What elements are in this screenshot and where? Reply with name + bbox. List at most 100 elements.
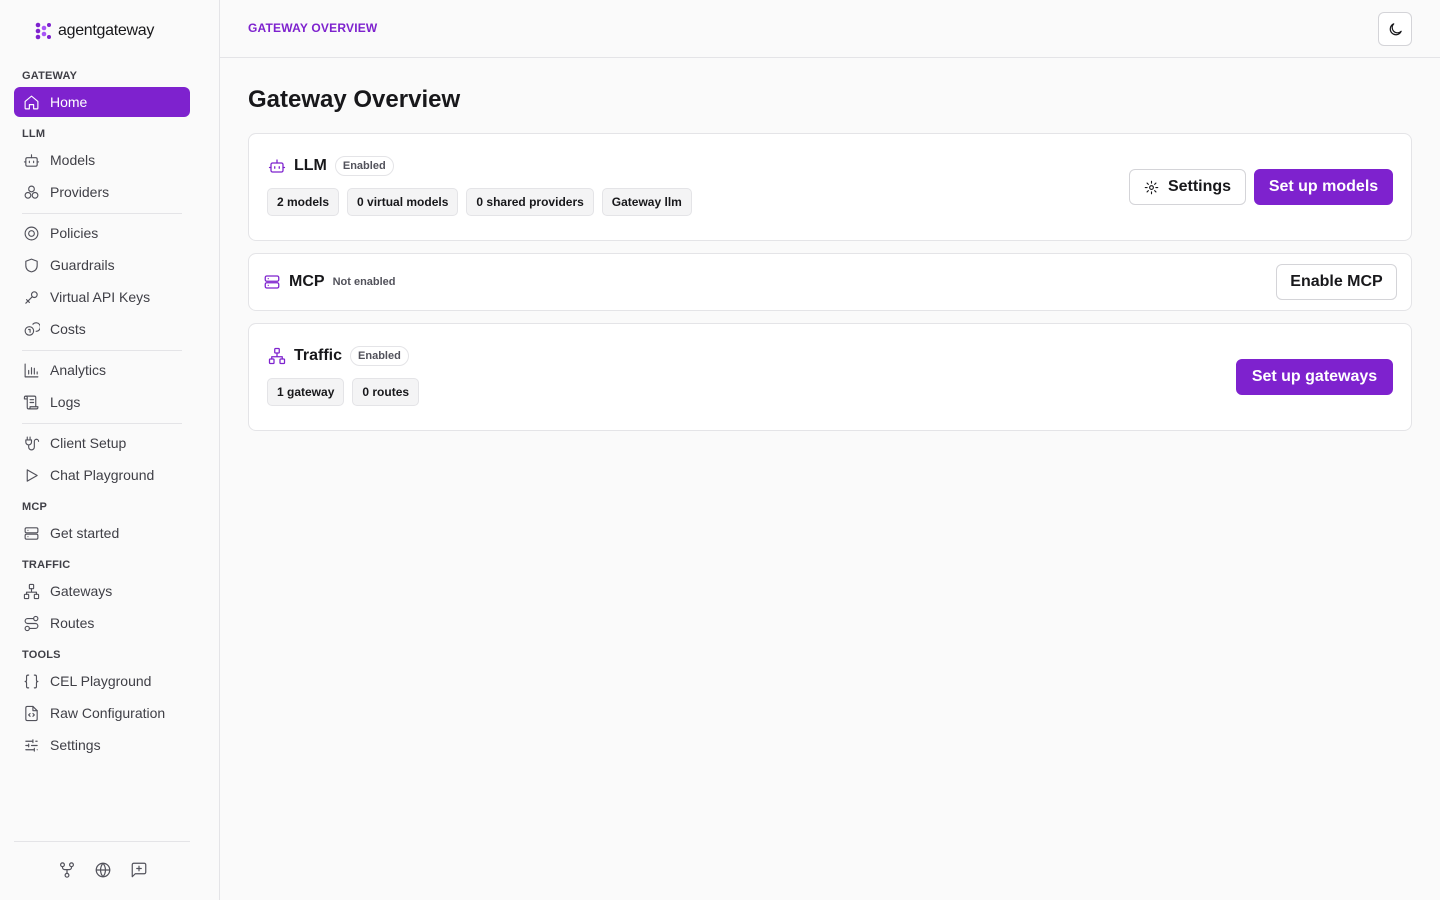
- section-label-llm: LLM: [22, 128, 46, 140]
- sidebar-item-label: Raw Configuration: [50, 705, 166, 721]
- bar-chart-icon: [24, 363, 39, 377]
- llm-stats: 2 models 0 virtual models 0 shared provi…: [267, 188, 692, 216]
- network-icon: [268, 347, 286, 365]
- sidebar-divider: [22, 423, 182, 424]
- feedback-icon[interactable]: [130, 861, 148, 879]
- sidebar-item-client-setup[interactable]: Client Setup: [14, 428, 190, 458]
- sidebar-item-policies[interactable]: Policies: [14, 218, 190, 248]
- sidebar-divider: [22, 350, 182, 351]
- play-icon: [26, 468, 38, 482]
- stat-chip: 0 routes: [352, 378, 420, 406]
- sliders-icon: [25, 738, 38, 752]
- network-icon: [23, 583, 40, 599]
- stat-chip: 0 shared providers: [466, 188, 594, 216]
- llm-settings-button[interactable]: Settings: [1129, 169, 1246, 205]
- sidebar-divider: [22, 213, 182, 214]
- sidebar-item-label: Policies: [50, 225, 99, 241]
- braces-icon: [24, 674, 39, 688]
- traffic-stats: 1 gateway 0 routes: [267, 378, 420, 406]
- bot-icon: [23, 153, 40, 167]
- top-header: GATEWAY OVERVIEW: [220, 0, 1440, 58]
- button-label: Set up models: [1268, 178, 1379, 195]
- sidebar-item-analytics[interactable]: Analytics: [14, 355, 190, 385]
- sidebar: agentgateway GATEWAY Home LLM Models Pro…: [0, 0, 220, 900]
- globe-icon[interactable]: [94, 861, 112, 879]
- sidebar-item-models[interactable]: Models: [14, 145, 190, 175]
- theme-toggle-button[interactable]: [1378, 12, 1412, 46]
- sidebar-item-label: Providers: [50, 184, 110, 200]
- sidebar-item-label: Get started: [50, 525, 120, 541]
- sidebar-item-logs[interactable]: Logs: [14, 387, 190, 417]
- llm-card: LLM Enabled 2 models 0 virtual models 0 …: [248, 133, 1412, 241]
- sidebar-item-costs[interactable]: Costs: [14, 314, 190, 344]
- section-label-tools: TOOLS: [22, 649, 61, 661]
- sidebar-item-gateways[interactable]: Gateways: [14, 576, 190, 606]
- sidebar-item-cel-playground[interactable]: CEL Playground: [14, 666, 190, 696]
- status-text: Not enabled: [332, 276, 396, 288]
- mcp-card-title: MCP: [289, 273, 325, 290]
- stat-chip: 1 gateway: [267, 378, 345, 406]
- sidebar-item-label: Costs: [50, 321, 86, 337]
- providers-icon: [24, 185, 39, 199]
- mcp-card: MCP Not enabled Enable MCP: [248, 253, 1412, 311]
- llm-card-title: LLM: [294, 157, 327, 174]
- set-up-gateways-button[interactable]: Set up gateways: [1236, 359, 1393, 395]
- section-label-mcp: MCP: [22, 501, 48, 513]
- mcp-card-header: MCP Not enabled: [263, 273, 396, 291]
- sidebar-item-label: CEL Playground: [50, 673, 152, 689]
- server-icon: [24, 526, 39, 540]
- brand-name: agentgateway: [58, 22, 155, 39]
- sidebar-item-chat-playground[interactable]: Chat Playground: [14, 460, 190, 490]
- file-code-icon: [25, 705, 38, 721]
- status-badge: Enabled: [334, 156, 394, 176]
- sidebar-item-label: Routes: [50, 615, 95, 631]
- stat-chip: 2 models: [267, 188, 340, 216]
- section-label-traffic: TRAFFIC: [22, 559, 71, 571]
- button-label: Set up gateways: [1251, 368, 1378, 385]
- sidebar-item-label: Logs: [50, 394, 81, 410]
- traffic-card-title: Traffic: [294, 347, 343, 364]
- traffic-card: Traffic Enabled 1 gateway 0 routes Set u…: [248, 323, 1412, 431]
- plug-icon: [25, 436, 40, 450]
- button-label: Enable MCP: [1290, 273, 1383, 290]
- sidebar-item-label: Gateways: [50, 583, 113, 599]
- sidebar-item-settings[interactable]: Settings: [14, 730, 190, 760]
- sidebar-item-raw-configuration[interactable]: Raw Configuration: [14, 698, 190, 728]
- sidebar-item-get-started[interactable]: Get started: [14, 518, 190, 548]
- sidebar-item-providers[interactable]: Providers: [14, 177, 190, 207]
- sidebar-item-routes[interactable]: Routes: [14, 608, 190, 638]
- policies-icon: [24, 226, 39, 240]
- sidebar-item-guardrails[interactable]: Guardrails: [14, 250, 190, 280]
- llm-card-header: LLM Enabled: [268, 156, 394, 176]
- enable-mcp-button[interactable]: Enable MCP: [1276, 264, 1397, 300]
- brand-logo[interactable]: agentgateway: [34, 20, 154, 42]
- button-label: Settings: [1167, 178, 1232, 195]
- page-title: Gateway Overview: [248, 86, 461, 113]
- sidebar-item-virtual-api-keys[interactable]: Virtual API Keys: [14, 282, 190, 312]
- set-up-models-button[interactable]: Set up models: [1254, 169, 1393, 205]
- server-icon: [264, 275, 280, 289]
- stat-chip: 0 virtual models: [347, 188, 459, 216]
- home-icon: [24, 95, 39, 109]
- sidebar-item-label: Client Setup: [50, 435, 127, 451]
- gear-icon: [1144, 180, 1159, 194]
- scroll-icon: [23, 395, 39, 409]
- sidebar-item-label: Virtual API Keys: [50, 289, 151, 305]
- route-icon: [24, 615, 39, 631]
- sidebar-item-home[interactable]: Home: [14, 87, 190, 117]
- sidebar-item-label: Models: [50, 152, 96, 168]
- status-badge: Enabled: [350, 346, 409, 366]
- shield-icon: [25, 258, 38, 272]
- sidebar-footer-divider: [14, 841, 190, 842]
- breadcrumb: GATEWAY OVERVIEW: [248, 21, 378, 35]
- git-fork-icon[interactable]: [58, 861, 76, 879]
- sidebar-item-label: Analytics: [50, 362, 107, 378]
- sidebar-item-label: Chat Playground: [50, 467, 155, 483]
- agentgateway-logo-icon: [35, 22, 51, 40]
- traffic-card-header: Traffic Enabled: [268, 346, 409, 366]
- stat-chip: Gateway llm: [601, 188, 692, 216]
- sidebar-item-label: Settings: [50, 737, 101, 753]
- key-icon: [25, 290, 38, 304]
- section-label-gateway: GATEWAY: [22, 70, 78, 82]
- sidebar-item-label: Home: [50, 94, 88, 110]
